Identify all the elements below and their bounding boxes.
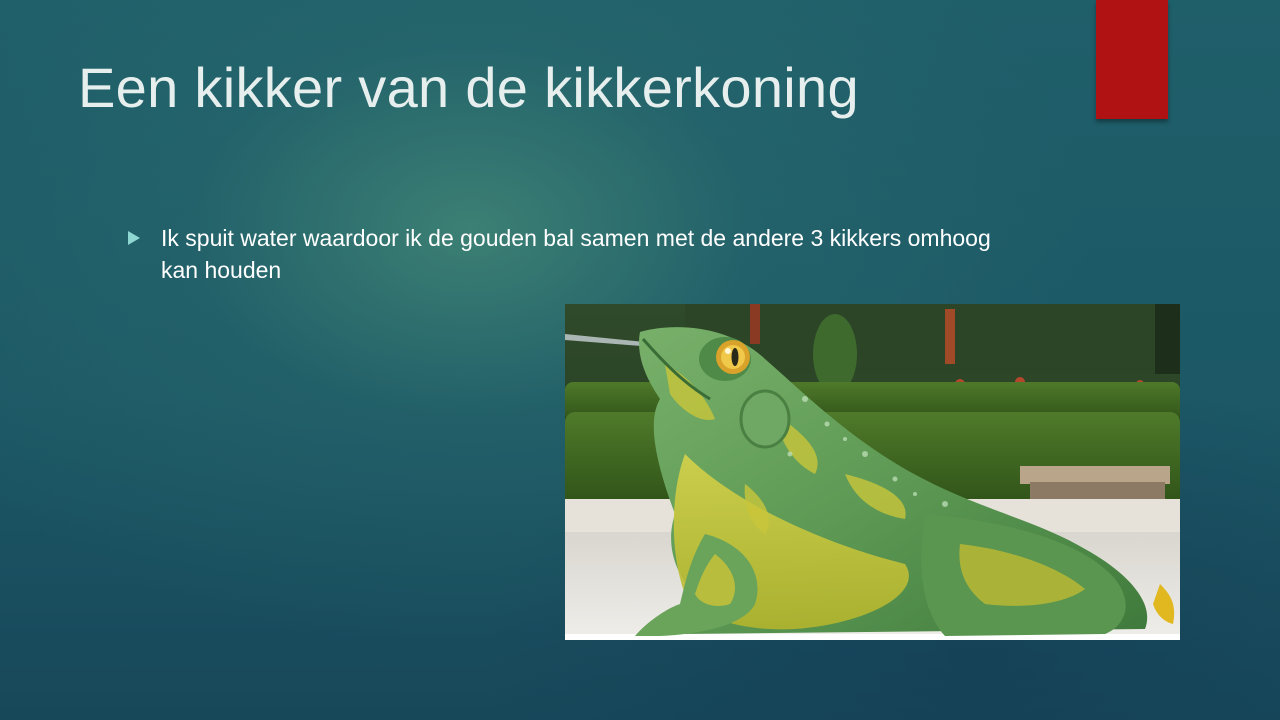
accent-bar	[1096, 0, 1168, 119]
triangle-bullet-icon	[128, 231, 140, 245]
bullet-list: Ik spuit water waardoor ik de gouden bal…	[128, 222, 1028, 286]
bullet-item: Ik spuit water waardoor ik de gouden bal…	[128, 222, 1028, 286]
slide-title: Een kikker van de kikkerkoning	[78, 56, 859, 119]
slide: Een kikker van de kikkerkoning Ik spuit …	[0, 0, 1280, 720]
frog-statue-photo	[565, 304, 1180, 640]
bullet-text: Ik spuit water waardoor ik de gouden bal…	[161, 225, 991, 283]
